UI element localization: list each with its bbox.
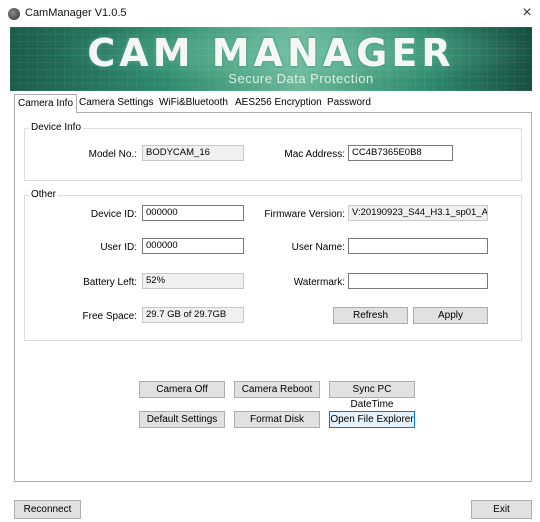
tab-password[interactable]: Password — [324, 96, 374, 112]
tab-wifi-bluetooth[interactable]: WiFi&Bluetooth — [156, 96, 231, 112]
banner-subtitle: Secure Data Protection — [228, 71, 374, 86]
battery-left-label: Battery Left: — [83, 277, 137, 288]
window-title: CamManager V1.0.5 — [25, 7, 127, 19]
device-id-label: Device ID: — [90, 209, 137, 220]
camera-off-button[interactable]: Camera Off — [139, 381, 225, 398]
model-field: BODYCAM_16 — [142, 145, 244, 161]
apply-button[interactable]: Apply — [413, 307, 488, 324]
mac-address-field[interactable]: CC4B7365E0B8 — [348, 145, 453, 161]
default-settings-button[interactable]: Default Settings — [139, 411, 225, 428]
refresh-button[interactable]: Refresh — [333, 307, 408, 324]
free-space-field: 29.7 GB of 29.7GB — [142, 307, 244, 323]
user-id-label: User ID: — [100, 242, 137, 253]
firmware-version-field: V:20190923_S44_H3.1_sp01_API_ — [348, 205, 488, 221]
format-disk-button[interactable]: Format Disk — [234, 411, 320, 428]
tab-camera-settings[interactable]: Camera Settings — [76, 96, 156, 112]
app-icon — [8, 8, 20, 20]
battery-left-field: 52% — [142, 273, 244, 289]
close-icon[interactable]: × — [516, 3, 538, 23]
user-name-field[interactable] — [348, 238, 488, 254]
tab-panel-camera-info: Device Info Model No.: BODYCAM_16 Mac Ad… — [14, 112, 532, 482]
reconnect-button[interactable]: Reconnect — [14, 500, 81, 519]
user-id-field[interactable]: 000000 — [142, 238, 244, 254]
exit-button[interactable]: Exit — [471, 500, 532, 519]
title-bar: CamManager V1.0.5 × — [0, 0, 540, 27]
free-space-label: Free Space: — [82, 311, 137, 322]
other-group-label: Other — [29, 189, 59, 200]
banner-title: CAM MANAGER — [87, 31, 455, 75]
banner: CAM MANAGER Secure Data Protection — [10, 27, 532, 91]
firmware-version-label: Firmware Version: — [264, 209, 345, 220]
watermark-field[interactable] — [348, 273, 488, 289]
tab-camera-info[interactable]: Camera Info — [14, 94, 78, 113]
model-label: Model No.: — [88, 149, 137, 160]
user-name-label: User Name: — [291, 242, 345, 253]
device-info-group-label: Device Info — [29, 122, 84, 133]
device-id-field[interactable]: 000000 — [142, 205, 244, 221]
tab-strip: Camera Info Camera Settings WiFi&Bluetoo… — [14, 94, 532, 113]
camera-reboot-button[interactable]: Camera Reboot — [234, 381, 320, 398]
tab-aes256-encryption[interactable]: AES256 Encryption — [232, 96, 325, 112]
watermark-label: Watermark: — [293, 277, 345, 288]
sync-pc-datetime-button[interactable]: Sync PC DateTime — [329, 381, 415, 410]
mac-address-label: Mac Address: — [284, 149, 345, 160]
open-file-explorer-button[interactable]: Open File Explorer — [329, 411, 415, 428]
